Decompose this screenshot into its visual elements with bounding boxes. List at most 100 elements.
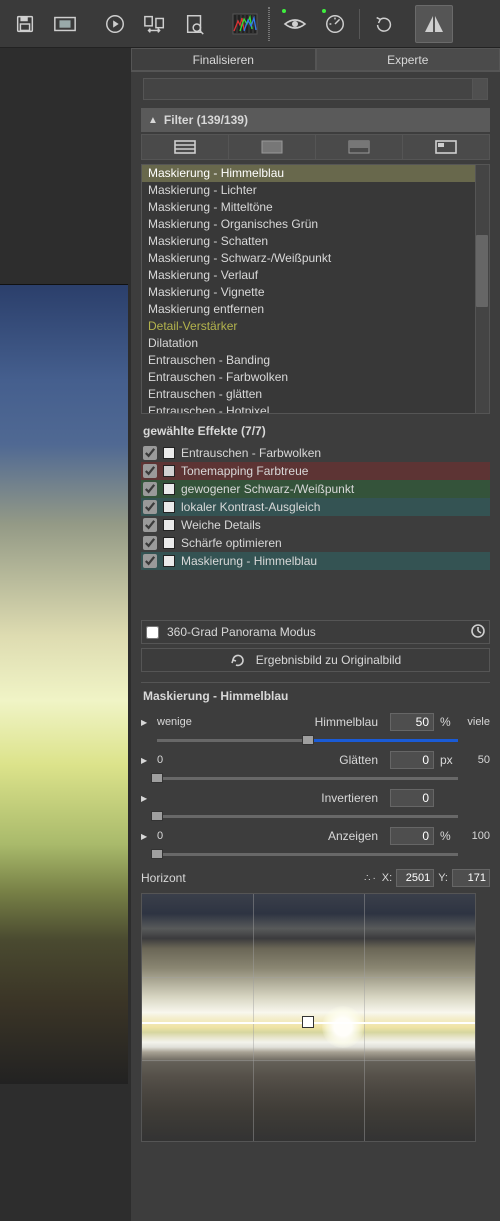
param-unit: px <box>440 753 458 767</box>
panorama-mode-row[interactable]: 360-Grad Panorama Modus <box>141 620 490 644</box>
param-unit: % <box>440 829 458 843</box>
filter-list-item[interactable]: Entrauschen - Farbwolken <box>142 369 489 386</box>
play-icon[interactable] <box>96 5 134 43</box>
filter-section: ▲ Filter (139/139) Maskierung - Himmelbl… <box>141 108 490 1142</box>
horizon-x-value[interactable]: 2501 <box>396 869 434 887</box>
param-min-label: wenige <box>157 716 195 728</box>
param-value-input[interactable] <box>390 751 434 769</box>
horizon-y-label: Y: <box>438 872 448 884</box>
scrollbar[interactable] <box>475 165 489 413</box>
effect-swatch-icon <box>163 555 175 567</box>
category-btn-3[interactable] <box>316 134 403 160</box>
timer-icon[interactable] <box>471 624 485 641</box>
scrollbar-thumb[interactable] <box>476 235 488 307</box>
filter-list-item[interactable]: Detail-Verstärker <box>142 318 489 335</box>
filter-list-item[interactable]: Maskierung entfernen <box>142 301 489 318</box>
tab-finalize[interactable]: Finalisieren <box>131 48 316 71</box>
filter-header[interactable]: ▲ Filter (139/139) <box>141 108 490 132</box>
param-value-input[interactable] <box>390 713 434 731</box>
filter-list-item[interactable]: Entrauschen - Hotpixel <box>142 403 489 414</box>
panorama-label: 360-Grad Panorama Modus <box>167 625 316 639</box>
stack-transfer-icon[interactable] <box>136 5 174 43</box>
gauge-icon[interactable] <box>316 5 354 43</box>
eye-preview-icon[interactable] <box>276 5 314 43</box>
category-btn-4[interactable] <box>403 134 490 160</box>
param-expand-icon[interactable]: ▶ <box>141 832 151 841</box>
param-slider[interactable] <box>157 774 458 782</box>
effect-checkbox[interactable] <box>143 500 157 514</box>
horizon-preview[interactable] <box>141 893 476 1142</box>
histogram-icon[interactable] <box>226 5 264 43</box>
chosen-effect-row[interactable]: gewogener Schwarz-/Weißpunkt <box>141 480 490 498</box>
param-expand-icon[interactable]: ▶ <box>141 756 151 765</box>
param-value-input[interactable] <box>390 827 434 845</box>
param-max-label: viele <box>464 716 490 728</box>
param-expand-icon[interactable]: ▶ <box>141 718 151 727</box>
filter-list-item[interactable]: Entrauschen - Banding <box>142 352 489 369</box>
slider-handle[interactable] <box>151 849 163 859</box>
slider-handle[interactable] <box>151 811 163 821</box>
preset-bar[interactable] <box>143 78 488 100</box>
effect-checkbox[interactable] <box>143 482 157 496</box>
effect-checkbox[interactable] <box>143 464 157 478</box>
filter-list-item[interactable]: Maskierung - Mitteltöne <box>142 199 489 216</box>
filter-list-item[interactable]: Maskierung - Schwarz-/Weißpunkt <box>142 250 489 267</box>
category-btn-1[interactable] <box>141 134 229 160</box>
chosen-effect-row[interactable]: Weiche Details <box>141 516 490 534</box>
mirror-icon[interactable] <box>415 5 453 43</box>
filter-list-item[interactable]: Maskierung - Vignette <box>142 284 489 301</box>
chosen-effect-row[interactable]: Entrauschen - Farbwolken <box>141 444 490 462</box>
filter-title: Filter (139/139) <box>164 113 248 127</box>
chosen-effects-list: Entrauschen - FarbwolkenTonemapping Farb… <box>141 444 490 570</box>
slider-handle[interactable] <box>151 773 163 783</box>
effect-label: gewogener Schwarz-/Weißpunkt <box>181 482 488 496</box>
zoom-actual-icon[interactable] <box>176 5 214 43</box>
param-row: ▶0Glättenpx50 <box>141 749 490 771</box>
result-to-original-button[interactable]: Ergebnisbild zu Originalbild <box>141 648 490 672</box>
effect-checkbox[interactable] <box>143 554 157 568</box>
horizon-header: Horizont ∴· X: 2501 Y: 171 <box>141 869 490 887</box>
effect-label: Maskierung - Himmelblau <box>181 554 488 568</box>
fit-screen-icon[interactable] <box>46 5 84 43</box>
filter-list[interactable]: Maskierung - HimmelblauMaskierung - Lich… <box>141 164 490 414</box>
parameters-block: ▶wenigeHimmelblau%viele▶0Glättenpx50▶Inv… <box>141 711 490 861</box>
param-value-input[interactable] <box>390 789 434 807</box>
param-slider[interactable] <box>157 850 458 858</box>
tab-expert[interactable]: Experte <box>316 48 500 71</box>
chosen-effect-row[interactable]: Tonemapping Farbtreue <box>141 462 490 480</box>
filter-list-item[interactable]: Maskierung - Organisches Grün <box>142 216 489 233</box>
result-button-label: Ergebnisbild zu Originalbild <box>256 653 401 667</box>
category-btn-2[interactable] <box>229 134 316 160</box>
effect-swatch-icon <box>163 501 175 513</box>
param-slider[interactable] <box>157 736 458 744</box>
toolbar-separator <box>268 7 270 41</box>
effect-checkbox[interactable] <box>143 446 157 460</box>
panorama-checkbox[interactable] <box>146 626 159 639</box>
chosen-effect-row[interactable]: lokaler Kontrast-Ausgleich <box>141 498 490 516</box>
horizon-target-icon[interactable]: ∴· <box>364 873 378 884</box>
chosen-effect-row[interactable]: Maskierung - Himmelblau <box>141 552 490 570</box>
param-expand-icon[interactable]: ▶ <box>141 794 151 803</box>
effect-checkbox[interactable] <box>143 536 157 550</box>
filter-list-item[interactable]: Maskierung - Schatten <box>142 233 489 250</box>
param-slider-row <box>141 733 490 747</box>
filter-list-item[interactable]: Maskierung - Himmelblau <box>142 165 489 182</box>
redo-icon[interactable] <box>365 5 403 43</box>
effect-label: lokaler Kontrast-Ausgleich <box>181 500 488 514</box>
param-label: Anzeigen <box>201 829 384 843</box>
param-row: ▶wenigeHimmelblau%viele <box>141 711 490 733</box>
horizon-y-value[interactable]: 171 <box>452 869 490 887</box>
effect-checkbox[interactable] <box>143 518 157 532</box>
filter-list-item[interactable]: Entrauschen - glätten <box>142 386 489 403</box>
slider-handle[interactable] <box>302 735 314 745</box>
parameters-title: Maskierung - Himmelblau <box>141 687 490 709</box>
filter-list-item[interactable]: Maskierung - Verlauf <box>142 267 489 284</box>
chosen-effects-title: gewählte Effekte (7/7) <box>141 414 490 444</box>
chosen-effect-row[interactable]: Schärfe optimieren <box>141 534 490 552</box>
collapse-up-icon: ▲ <box>148 115 158 126</box>
filter-list-item[interactable]: Dilatation <box>142 335 489 352</box>
save-icon[interactable] <box>6 5 44 43</box>
horizon-handle[interactable] <box>302 1016 314 1028</box>
param-slider[interactable] <box>157 812 458 820</box>
filter-list-item[interactable]: Maskierung - Lichter <box>142 182 489 199</box>
